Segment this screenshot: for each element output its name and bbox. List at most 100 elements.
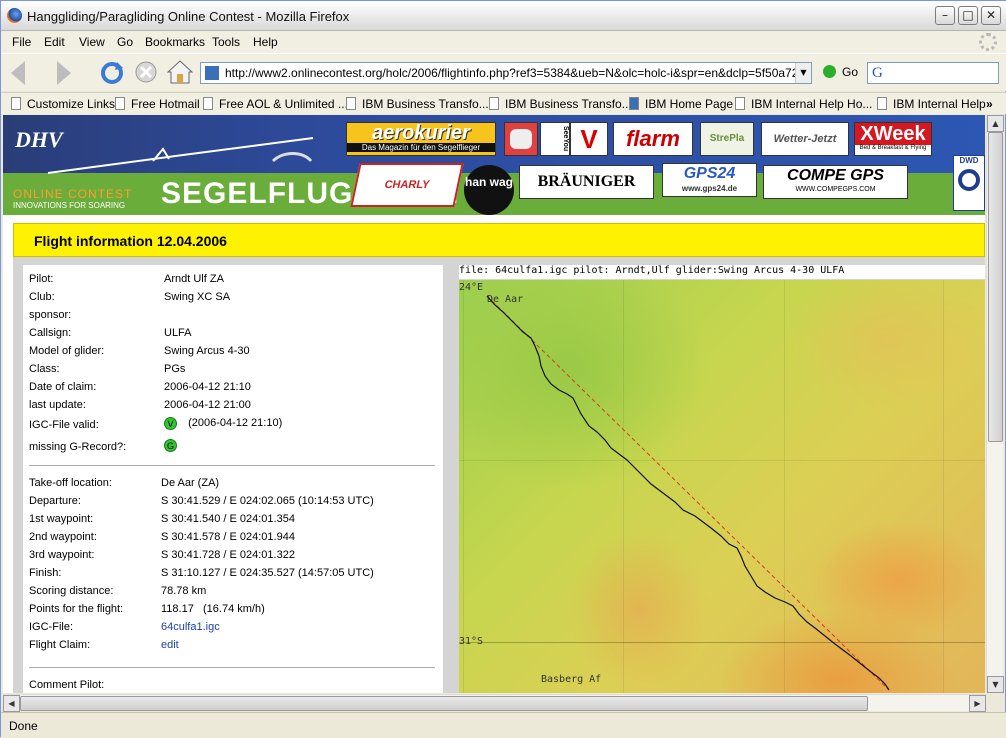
window-title: Hanggliding/Paragliding Online Contest -… (27, 9, 350, 24)
dwd-swirl-icon (958, 169, 980, 191)
search-input[interactable]: G (867, 62, 999, 84)
scroll-down-icon[interactable]: ▼ (987, 676, 1004, 693)
go-button[interactable]: Go (823, 65, 858, 79)
menu-edit[interactable]: Edit (44, 35, 65, 49)
callsign-value: ULFA (164, 327, 192, 339)
vlogger-logo[interactable]: V (570, 122, 608, 156)
bookmark-free-hotmail[interactable]: Free Hotmail (115, 97, 200, 111)
dwd-logo[interactable]: DWD (953, 155, 985, 211)
menu-bookmarks[interactable]: Bookmarks (145, 35, 205, 49)
finish-value: S 31:10.127 / E 024:35.527 (14:57:05 UTC… (161, 567, 374, 579)
aerokurier-logo[interactable]: aerokurier Das Magazin für den Segelflie… (346, 122, 496, 156)
menu-go[interactable]: Go (117, 35, 133, 49)
field-label: 2nd waypoint: (29, 531, 97, 543)
xweek-text: XWeek (855, 123, 931, 145)
field-label: Points for the flight: (29, 603, 124, 615)
page-icon (877, 97, 887, 110)
scroll-up-icon[interactable]: ▲ (987, 115, 1004, 132)
bookmark-ibm-internal-help-ho[interactable]: IBM Internal Help Ho... (735, 97, 872, 111)
bookmark-ibm-business-1[interactable]: IBM Business Transfo... (346, 97, 489, 111)
horizontal-scrollbar[interactable]: ◀ ▶ (3, 694, 986, 712)
bookmark-free-aol[interactable]: Free AOL & Unlimited ... (203, 97, 348, 111)
url-dropdown-icon[interactable]: ▼ (795, 63, 811, 83)
menu-tools[interactable]: Tools (212, 35, 240, 49)
bookmark-customize-links[interactable]: Customize Links (11, 97, 115, 111)
stop-icon[interactable] (134, 60, 158, 84)
close-button[interactable]: ✕ (981, 6, 1001, 25)
pilot-value: Arndt Ulf ZA (164, 273, 224, 285)
google-icon[interactable]: G (872, 65, 883, 82)
menu-view[interactable]: View (79, 35, 105, 49)
menu-file[interactable]: File (12, 35, 31, 49)
field-label: 1st waypoint: (29, 513, 94, 525)
field-label: Model of glider: (29, 345, 105, 357)
url-text[interactable]: http://www2.onlinecontest.org/holc/2006/… (225, 66, 795, 80)
xweek-logo[interactable]: XWeek Bed & Breakfast & Flying (854, 122, 932, 156)
home-icon[interactable] (167, 59, 193, 85)
field-label: Scoring distance: (29, 585, 114, 597)
back-icon[interactable] (11, 61, 25, 85)
cloud-logo[interactable] (504, 122, 538, 156)
site-favicon-icon (205, 66, 219, 80)
compegps-logo[interactable]: COMPE GPS WWW.COMPEGPS.COM (763, 165, 908, 199)
online-contest-label: ONLINE CONTEST (13, 187, 133, 201)
throbber-icon (979, 33, 997, 51)
seeyou-logo[interactable]: SeeYou (540, 122, 570, 156)
bookmark-ibm-business-2[interactable]: IBM Business Transfo... (489, 97, 632, 111)
compegps-subtext: WWW.COMPEGPS.COM (795, 186, 876, 193)
go-icon (823, 65, 836, 78)
scroll-right-icon[interactable]: ▶ (969, 695, 986, 712)
divider (29, 465, 435, 466)
last-update-value: 2006-04-12 21:00 (164, 399, 251, 411)
bookmark-label: IBM Internal Help Ho... (751, 97, 873, 111)
page-icon (489, 97, 499, 110)
horizontal-scroll-thumb[interactable] (20, 696, 868, 711)
menu-help[interactable]: Help (253, 35, 278, 49)
maximize-button[interactable]: □ (958, 6, 978, 25)
minimize-button[interactable]: – (935, 6, 955, 25)
browser-window: Hanggliding/Paragliding Online Contest -… (0, 0, 1006, 738)
flarm-logo[interactable]: flarm (613, 122, 693, 156)
status-bar: Done (1, 712, 1006, 738)
vertical-scrollbar[interactable]: ▲ ▼ (986, 115, 1004, 693)
waypoint1-value: S 30:41.540 / E 024:01.354 (161, 513, 295, 525)
bookmarks-overflow-icon[interactable]: » (986, 97, 993, 111)
igc-valid-value: V (2006-04-12 21:10) (164, 417, 282, 430)
valid-badge-icon: V (164, 417, 177, 430)
igc-file-link[interactable]: 64culfa1.igc (161, 621, 220, 633)
hanwag-logo[interactable]: han wag (464, 165, 514, 215)
field-label: Date of claim: (29, 381, 97, 393)
bookmark-ibm-home[interactable]: IBM Home Page (629, 97, 733, 111)
cloud-icon (510, 129, 532, 149)
club-value: Swing XC SA (164, 291, 231, 303)
bookmark-label: IBM Home Page (645, 97, 734, 111)
wetter-jetzt-logo[interactable]: Wetter-Jetzt (761, 122, 849, 156)
page-icon (735, 97, 745, 110)
bookmark-ibm-internal-help[interactable]: IBM Internal Help (877, 97, 986, 111)
sponsor-banner: DHV ONLINE CONTEST INNOVATIONS FOR SOARI… (3, 115, 985, 215)
vertical-scroll-thumb[interactable] (988, 132, 1003, 442)
flight-track-map[interactable]: 24°E 31°S De Aar Basberg Af (459, 280, 985, 693)
field-label: Club: (29, 291, 55, 303)
gps24-logo[interactable]: GPS24 www.gps24.de (662, 163, 757, 197)
strepla-logo[interactable]: StrePla (700, 122, 754, 156)
gps24-subtext: www.gps24.de (681, 184, 738, 193)
page-icon (346, 97, 356, 110)
address-bar[interactable]: http://www2.onlinecontest.org/holc/2006/… (200, 62, 812, 84)
track-overlay (486, 295, 890, 691)
status-text: Done (9, 719, 38, 733)
glider-icon (47, 137, 314, 174)
reload-icon[interactable] (99, 60, 125, 86)
bookmark-label: Free Hotmail (131, 97, 200, 111)
bookmark-label: IBM Business Transfo... (362, 97, 489, 111)
field-label: Class: (29, 363, 60, 375)
go-label: Go (842, 65, 859, 79)
bookmark-label: Free AOL & Unlimited ... (219, 97, 348, 111)
braeuniger-logo[interactable]: BRÄUNIGER (519, 165, 654, 199)
scroll-left-icon[interactable]: ◀ (3, 695, 20, 712)
edit-claim-link[interactable]: edit (161, 639, 179, 651)
charly-logo[interactable]: CHARLY (350, 163, 464, 207)
flight-info-panel: Pilot: Arndt Ulf ZA Club: Swing XC SA sp… (23, 265, 443, 693)
forward-icon[interactable] (57, 61, 71, 85)
flight-claim-label: Flight Claim: (29, 639, 91, 651)
